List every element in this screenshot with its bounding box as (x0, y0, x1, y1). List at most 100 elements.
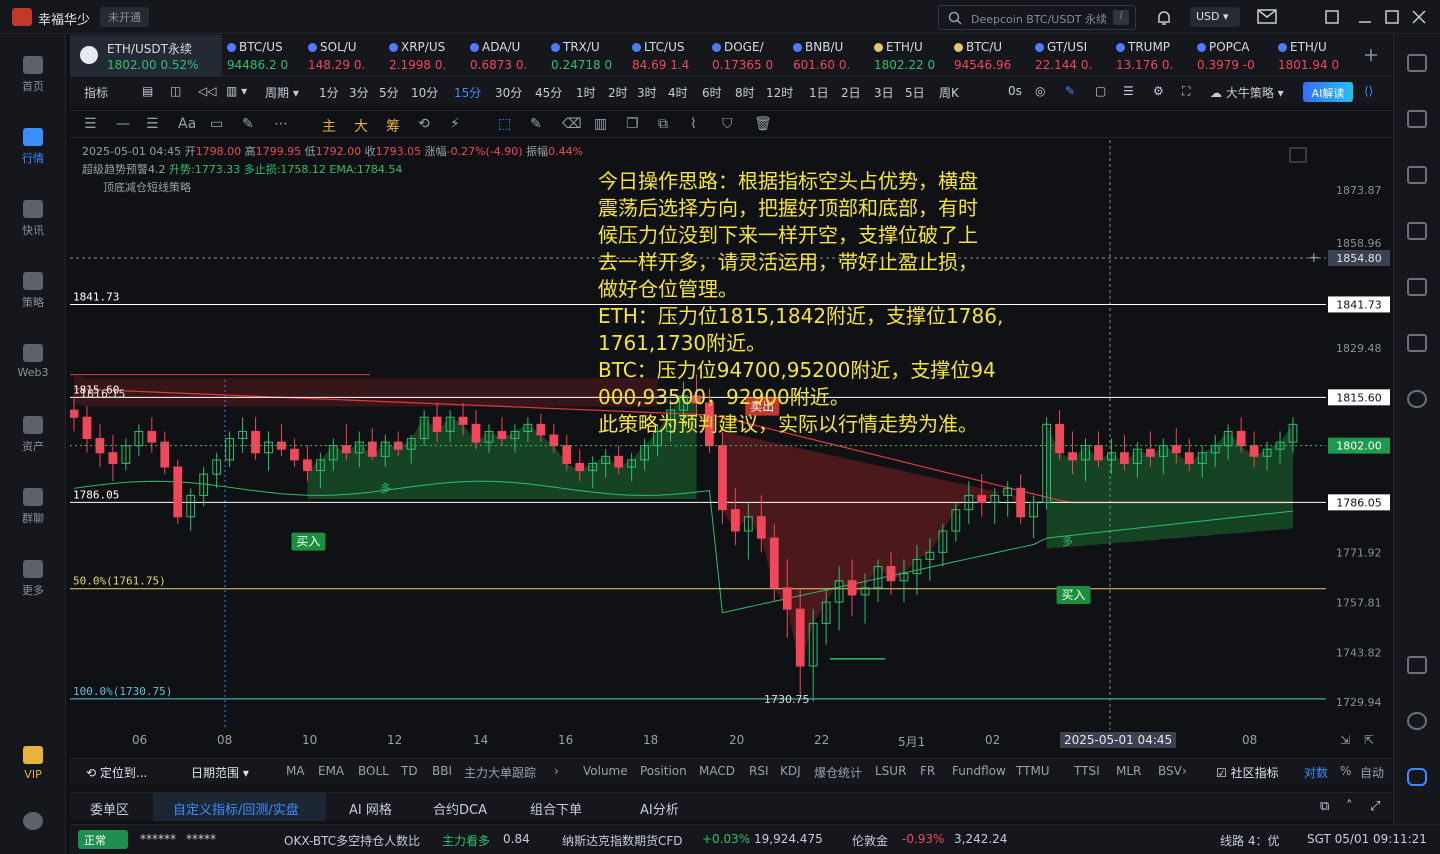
copy-icon[interactable]: ❐ (626, 116, 639, 132)
chevron-right-icon[interactable]: › (554, 764, 559, 778)
support-icon[interactable] (1407, 712, 1427, 730)
ticker-tab-5[interactable]: TRX/U 0.24718 0 (546, 35, 627, 77)
bottom-tab-2[interactable]: AI 网格 (349, 799, 392, 818)
ticker-tab-13[interactable]: POPCA 0.3979 -0 (1192, 35, 1273, 77)
sidebar-item-7[interactable]: 更多 (0, 560, 66, 598)
popout-icon[interactable] (1325, 10, 1339, 24)
bottom-tab-0[interactable]: 委单区 (90, 799, 129, 818)
sub-indicator-2[interactable]: MACD (699, 764, 735, 778)
sub-indicator-0[interactable]: Volume (583, 764, 628, 778)
expand-panel-icon[interactable]: ⤢ (1370, 799, 1380, 814)
maximize-icon[interactable] (1385, 10, 1399, 24)
interval-11[interactable]: 6时 (702, 84, 722, 101)
ticker3-name[interactable]: 伦敦金 (852, 832, 888, 849)
calendar-icon[interactable]: ▤ (142, 84, 153, 98)
add-tab-icon[interactable] (1364, 48, 1378, 62)
interval-17[interactable]: 5日 (905, 84, 925, 101)
sub-indicator-6[interactable]: LSUR (875, 764, 906, 778)
ticker-tab-6[interactable]: LTC/US 84.69 1.4 (627, 35, 707, 77)
tool-2[interactable]: 筹 (386, 116, 400, 136)
zoom-fit-icon[interactable]: ⇱ (1364, 733, 1374, 747)
camera-icon[interactable]: ◎ (1035, 84, 1045, 98)
main-indicator-4[interactable]: BBI (432, 764, 452, 778)
ticker-tab-7[interactable]: DOGE/0.17365 0 (707, 35, 788, 77)
order-icon[interactable] (1407, 390, 1427, 408)
select-icon[interactable]: ⬚ (498, 116, 511, 132)
chevron-up-icon[interactable]: ˄ (1346, 799, 1353, 814)
interval-10[interactable]: 4时 (668, 84, 688, 101)
interval-2[interactable]: 5分 (379, 84, 399, 101)
sub-indicator-10[interactable]: TTSI (1074, 764, 1100, 778)
ticker-tab-2[interactable]: SOL/U 148.29 0. (303, 35, 384, 77)
search-input[interactable]: Deepcoin BTC/USDT 永续 / (938, 5, 1136, 30)
bottom-tab-1[interactable]: 自定义指标/回测/实盘 (173, 799, 299, 818)
menu-icon[interactable]: ☰ (84, 116, 97, 132)
ticker1-name[interactable]: OKX-BTC多空持仓人数比 (284, 832, 420, 849)
eraser-icon[interactable]: ⌫ (562, 116, 582, 132)
rewind-icon[interactable]: ◁◁ (198, 84, 216, 98)
filter-icon[interactable]: ⛉ (722, 116, 733, 132)
main-indicator-2[interactable]: BOLL (358, 764, 389, 778)
masked-balance-2[interactable]: ***** (186, 832, 216, 846)
panel-icon[interactable] (1407, 656, 1427, 674)
ai-draw-icon[interactable]: ⚡ (450, 116, 460, 132)
minimize-icon[interactable] (1358, 10, 1372, 24)
auto-scale-button[interactable]: 自动 (1360, 764, 1384, 781)
chart-fullscreen-icon[interactable] (1289, 147, 1307, 163)
network-line[interactable]: 线路 4：优 (1220, 832, 1279, 849)
edit-icon[interactable]: ⟲ (418, 116, 430, 132)
bottom-tab-3[interactable]: 合约DCA (433, 799, 487, 818)
mail-icon[interactable] (1257, 9, 1277, 25)
interval-9[interactable]: 3时 (637, 84, 657, 101)
interval-16[interactable]: 3日 (874, 84, 894, 101)
fullscreen-icon[interactable]: ⛶ (1182, 84, 1190, 99)
brush-icon[interactable]: ✎ (242, 116, 254, 132)
text-tool-icon[interactable]: Aa (178, 116, 196, 132)
interval-5[interactable]: 30分 (495, 84, 522, 101)
sub-indicator-7[interactable]: FR (920, 764, 935, 778)
interval-8[interactable]: 2时 (608, 84, 628, 101)
horizontal-line-icon[interactable]: — (116, 116, 130, 132)
main-indicator-5[interactable]: 主力大单跟踪 (464, 764, 536, 781)
ticker-tab-8[interactable]: BNB/U 601.60 0. (788, 35, 869, 77)
interval-1[interactable]: 3分 (349, 84, 369, 101)
layout-icon[interactable] (1407, 54, 1427, 72)
candles-icon[interactable]: ▥ (594, 116, 607, 132)
sub-indicator-8[interactable]: Fundflow (952, 764, 1006, 778)
main-indicator-3[interactable]: TD (401, 764, 418, 778)
main-indicator-0[interactable]: MA (286, 764, 305, 778)
chevron-right-icon[interactable]: › (1182, 764, 1187, 778)
close-icon[interactable] (1412, 10, 1426, 24)
magnet-icon[interactable]: ⌇ (690, 116, 697, 132)
sidebar-item-5[interactable]: 资产 (0, 416, 66, 454)
ticker-tab-4[interactable]: ADA/U 0.6873 0. (465, 35, 546, 77)
sidebar-item-1[interactable]: 行情 (0, 128, 66, 166)
community-indicators-button[interactable]: ☑ 社区指标 (1216, 764, 1279, 781)
interval-18[interactable]: 周K (939, 84, 959, 101)
price-chart[interactable]: 1841.73 1841.73 1815.60 1815.60 1786.05 1786.… (70, 140, 1392, 730)
settings-button[interactable] (0, 812, 66, 834)
bottom-tab-5[interactable]: AI分析 (640, 799, 679, 818)
period-select[interactable]: 周期 ▾ (265, 84, 299, 101)
interval-15[interactable]: 2日 (841, 84, 861, 101)
sub-indicator-1[interactable]: Position (640, 764, 687, 778)
assistant-icon[interactable] (1407, 768, 1427, 786)
main-indicator-1[interactable]: EMA (318, 764, 344, 778)
ticker-tab-10[interactable]: BTC/U 94546.96 (949, 35, 1030, 77)
multi-line-icon[interactable]: ☰ (146, 116, 159, 132)
zoom-out-icon[interactable]: ⇲ (1340, 733, 1350, 747)
sidebar-item-6[interactable]: 群聊 (0, 488, 66, 526)
compare-icon[interactable]: ⧉ (658, 116, 668, 132)
indicators-button[interactable]: 指标 (84, 84, 108, 101)
interval-7[interactable]: 1时 (576, 84, 596, 101)
tool-1[interactable]: 大 (354, 116, 368, 136)
sidebar-item-3[interactable]: 策略 (0, 272, 66, 310)
account-status-badge[interactable]: 未开通 (100, 7, 149, 27)
masked-balance-1[interactable]: ****** (140, 832, 176, 846)
ai-interpret-button[interactable]: AI解读 (1303, 82, 1353, 102)
interval-14[interactable]: 1日 (809, 84, 829, 101)
ticker-tab-14[interactable]: ETH/U 1801.94 0 (1273, 35, 1343, 77)
pen-icon[interactable]: ✎ (530, 116, 542, 132)
ticker-tab-0[interactable]: ETH/USDT永续 1802.00 0.52% (70, 35, 222, 77)
currency-select[interactable]: USD ▾ (1190, 7, 1240, 27)
